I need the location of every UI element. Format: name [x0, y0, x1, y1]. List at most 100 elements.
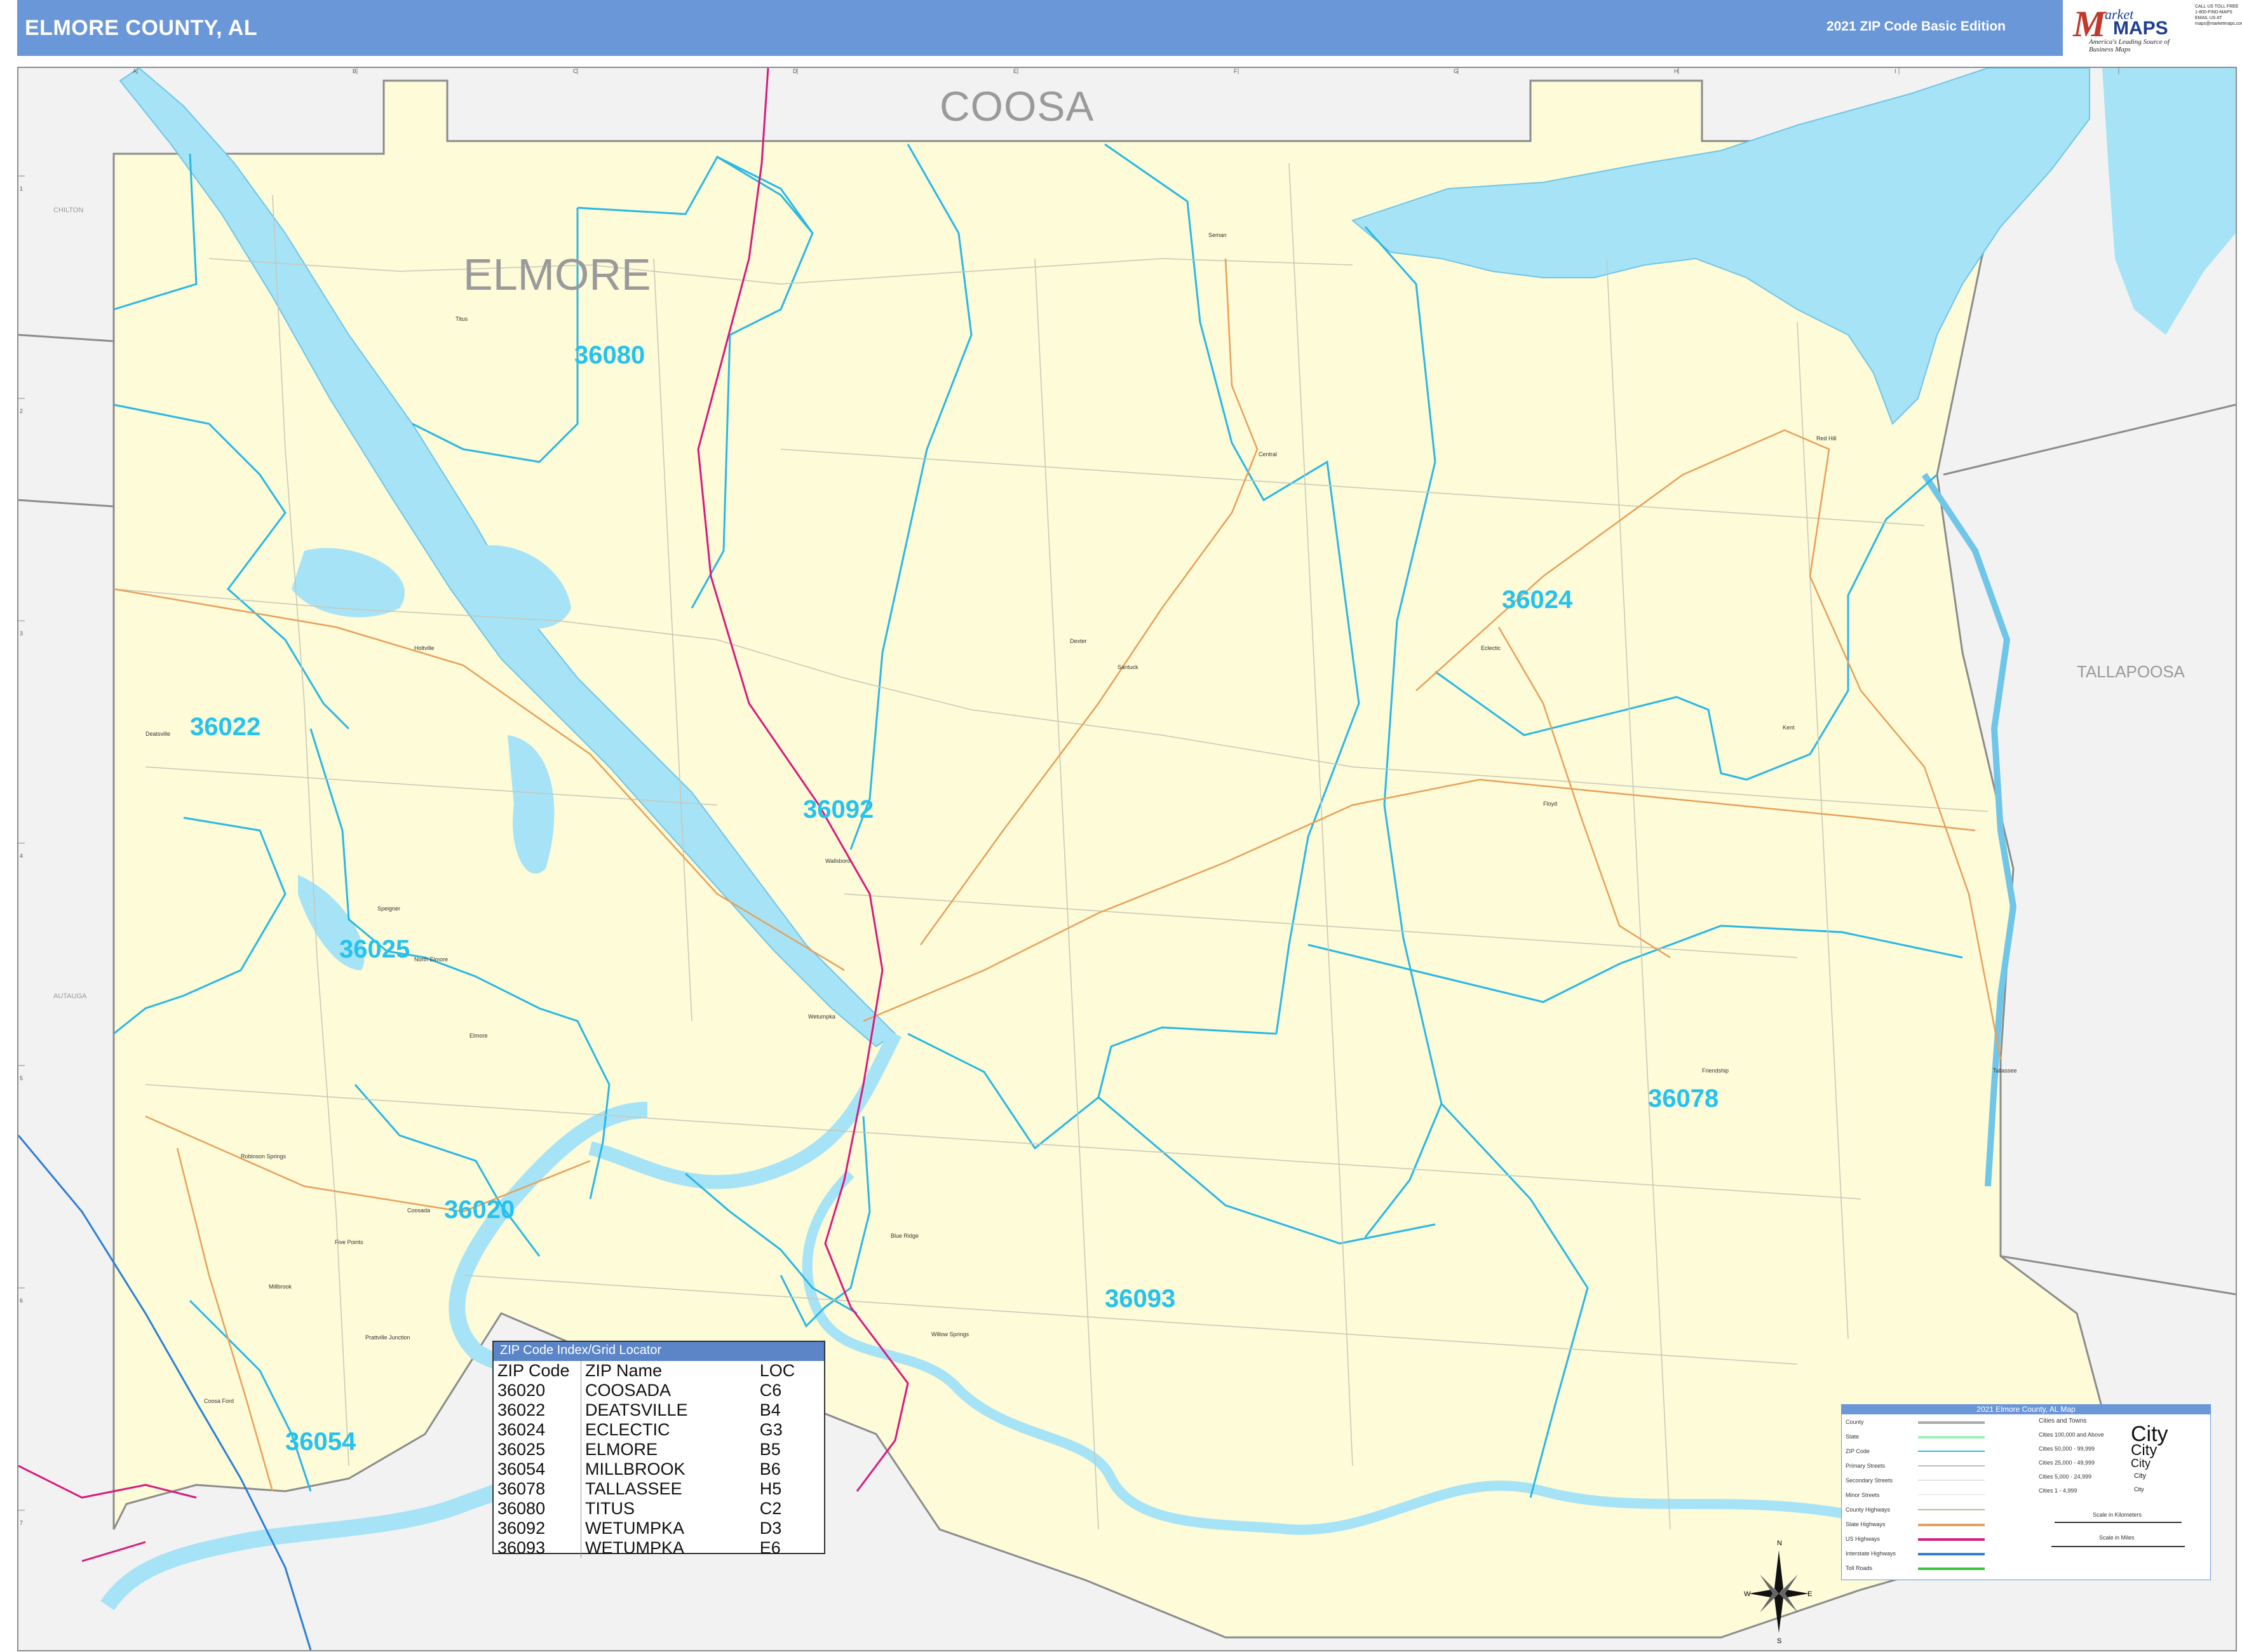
legend-swatch — [1918, 1465, 1985, 1466]
table-row: 36020 COOSADA C6 — [494, 1381, 824, 1400]
name-cell: DEATSVILLE — [585, 1400, 688, 1419]
town-label: Central — [1259, 451, 1278, 457]
legend-swatch — [1918, 1451, 1985, 1452]
town-label: Red Hill — [1816, 435, 1837, 442]
compass-n: N — [1777, 1540, 1782, 1547]
legend-swatch — [1918, 1538, 1985, 1541]
name-cell: WETUMPKA — [585, 1538, 685, 1557]
loc-cell: D3 — [759, 1519, 782, 1538]
contact-line: CALL US TOLL FREE — [2195, 4, 2239, 9]
contact-info: CALL US TOLL FREE 1-800-FIND-MAPS EMAIL … — [2195, 4, 2242, 27]
grid-col-label: A — [133, 68, 137, 74]
legend-city-class: Cities 1 - 4,999 — [2039, 1487, 2077, 1494]
loc-cell: B5 — [759, 1440, 781, 1459]
town-label: Kent — [1783, 724, 1795, 731]
legend-title: 2021 Elmore County, AL Map — [1842, 1405, 2210, 1414]
contact-line: maps@marketmaps.com — [2195, 22, 2242, 26]
zip-label[interactable]: 36020 — [444, 1196, 515, 1224]
map-title: ELMORE COUNTY, AL — [25, 15, 258, 40]
legend-scale-km: Scale in Kilometers — [2093, 1512, 2142, 1518]
logo-tagline: America's Leading Source of Business Map… — [2089, 38, 2170, 53]
town-label: Titus — [456, 316, 468, 322]
legend-city-class: Cities 5,000 - 24,999 — [2039, 1473, 2092, 1480]
header-cell: ZIP Name — [585, 1361, 663, 1380]
town-label: Eclectic — [1481, 645, 1501, 651]
town-label: Elmore — [469, 1032, 488, 1039]
zip-cell: 36093 — [494, 1538, 581, 1558]
legend-item: Secondary Streets — [1846, 1477, 1893, 1484]
legend-item: State Highways — [1846, 1521, 1886, 1527]
grid-col-label: C — [573, 68, 577, 74]
name-cell: WETUMPKA — [585, 1519, 685, 1538]
county-border-autauga — [18, 499, 114, 508]
table-row: 36024 ECLECTIC G3 — [494, 1420, 824, 1440]
town-label: Blue Ridge — [891, 1233, 919, 1239]
legend-swatch — [1918, 1436, 1985, 1439]
grid-col-label: H — [1674, 68, 1678, 74]
neighbor-county-autauga: AUTAUGA — [53, 992, 87, 1000]
zip-label[interactable]: 36025 — [339, 935, 410, 964]
scale-bar-km — [2055, 1522, 2182, 1523]
neighbor-county-coosa: COOSA — [940, 83, 1095, 130]
town-label: North Elmore — [414, 956, 449, 963]
legend-city-sample: City — [2134, 1486, 2144, 1493]
zip-cell: 36078 — [494, 1479, 581, 1499]
table-row: 36054 MILLBROOK B6 — [494, 1459, 824, 1479]
legend-scale-mi: Scale in Miles — [2099, 1534, 2135, 1541]
town-label: Five Points — [335, 1239, 363, 1245]
grid-row-label: 4 — [20, 853, 24, 859]
town-label: Millbrook — [269, 1283, 292, 1290]
zip-label[interactable]: 36024 — [1502, 586, 1572, 614]
name-cell: ECLECTIC — [585, 1420, 670, 1439]
zip-cell: 36054 — [494, 1459, 581, 1479]
town-label: Friendship — [1702, 1067, 1729, 1074]
table-row: 36092 WETUMPKA D3 — [494, 1519, 824, 1538]
grid-col-label: G — [1454, 68, 1459, 74]
logo-maps: MAPS — [2113, 18, 2168, 39]
county-border-chilton — [18, 334, 114, 342]
zip-label[interactable]: 36092 — [803, 796, 874, 824]
legend-swatch — [1918, 1567, 1985, 1570]
zip-cell: 36092 — [494, 1519, 581, 1538]
zip-index-title: ZIP Code Index/Grid Locator — [494, 1342, 824, 1361]
compass-s: S — [1777, 1637, 1781, 1645]
zip-label[interactable]: 36022 — [190, 713, 260, 741]
town-label: Deatsville — [145, 731, 171, 737]
name-cell: ELMORE — [585, 1440, 658, 1459]
grid-row-label: 2 — [20, 408, 24, 414]
loc-cell: E6 — [759, 1538, 781, 1557]
elmore-county-shape — [112, 79, 2104, 1639]
zip-cell: 36025 — [494, 1440, 581, 1459]
zip-label[interactable]: 36093 — [1105, 1285, 1175, 1313]
lake-martin-east — [2102, 68, 2236, 335]
grid-col-label: D — [793, 68, 797, 74]
compass-e: E — [1807, 1590, 1812, 1598]
contact-line: 1-800-FIND-MAPS — [2195, 10, 2232, 15]
legend-city-class: Cities 25,000 - 49,999 — [2039, 1459, 2095, 1466]
zip-label[interactable]: 36054 — [285, 1428, 356, 1456]
market-maps-logo[interactable]: M arket MAPS America's Leading Source of… — [2070, 0, 2191, 55]
grid-row-label: 7 — [20, 1520, 24, 1526]
map-header: ELMORE COUNTY, AL 2021 ZIP Code Basic Ed… — [17, 0, 2063, 56]
town-label: Robinson Springs — [241, 1153, 287, 1160]
scale-bar-mi — [2051, 1546, 2185, 1547]
name-cell: MILLBROOK — [585, 1459, 685, 1479]
legend-item: State — [1846, 1433, 1860, 1440]
zip-index-table: ZIP Code Index/Grid Locator ZIP Code ZIP… — [492, 1341, 825, 1558]
legend-swatch — [1918, 1494, 1985, 1495]
legend-swatch — [1918, 1509, 1985, 1510]
edition-label: 2021 ZIP Code Basic Edition — [1826, 19, 2006, 34]
zip-label[interactable]: 36080 — [574, 341, 645, 370]
legend-city-class: Cities 50,000 - 99,999 — [2039, 1446, 2095, 1452]
grid-col-label: I — [1894, 68, 1896, 74]
name-cell: COOSADA — [585, 1381, 672, 1400]
name-cell: TITUS — [585, 1499, 635, 1518]
legend-city-class: Cities 100,000 and Above — [2039, 1432, 2104, 1438]
loc-cell: C2 — [759, 1499, 782, 1518]
contact-line: EMAIL US AT — [2195, 16, 2222, 20]
county-border-tallapoosa — [1943, 403, 2236, 476]
town-label: Willow Springs — [931, 1331, 969, 1337]
town-label: Wallsboro — [825, 858, 851, 864]
legend-city-sample: City — [2134, 1472, 2146, 1480]
zip-label[interactable]: 36078 — [1648, 1085, 1719, 1113]
